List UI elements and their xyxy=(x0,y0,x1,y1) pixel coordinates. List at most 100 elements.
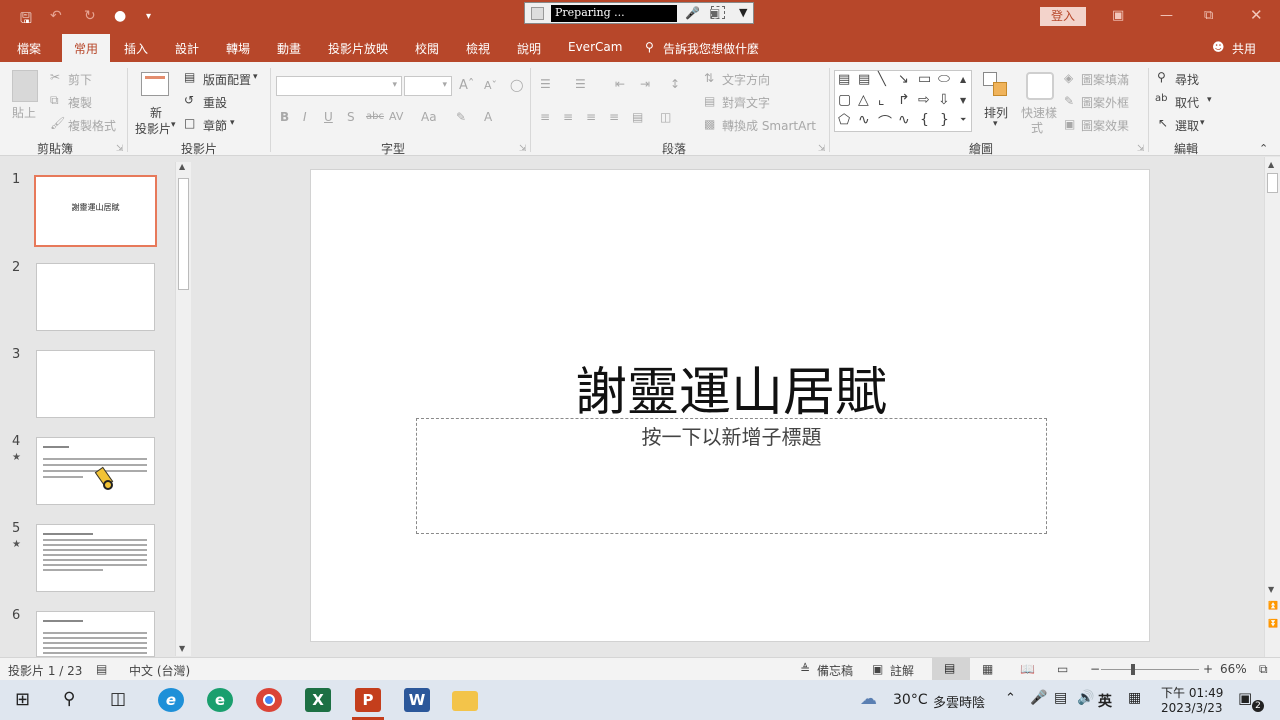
elbow-arrow-icon[interactable]: ↱ xyxy=(898,92,910,108)
shapes-gallery[interactable]: ▤ ▤ ╲ ↘ ▭ ⬭ ▢ △ ⌞ ↱ ⇨ ⇩ ⬠ ∿ ⌒ ∿ { } ▲ ▼ … xyxy=(834,70,972,132)
bold-button[interactable]: B xyxy=(280,110,289,124)
slide-thumbnail-2[interactable] xyxy=(36,263,155,331)
character-spacing-button[interactable]: AV xyxy=(389,110,403,123)
scrollbar-thumb[interactable] xyxy=(1267,173,1278,193)
shape-fill-button[interactable]: 圖案填滿 xyxy=(1081,71,1129,88)
align-right-icon[interactable]: ≡ xyxy=(586,110,596,124)
font-launcher-icon[interactable]: ⇲ xyxy=(519,144,527,154)
increase-font-icon[interactable]: Aˆ xyxy=(459,78,474,93)
justify-icon[interactable]: ≡ xyxy=(609,110,619,124)
tab-review[interactable]: 校閱 xyxy=(415,40,439,57)
paragraph-launcher-icon[interactable]: ⇲ xyxy=(818,144,826,154)
fit-to-window-icon[interactable]: ⧉ xyxy=(1259,662,1268,677)
customize-toolbar-icon[interactable]: ▾ xyxy=(146,11,151,22)
weather-temperature[interactable]: 30°C xyxy=(893,692,928,708)
shape-outline-button[interactable]: 圖案外框 xyxy=(1081,94,1129,111)
align-text-button[interactable]: 對齊文字 xyxy=(722,94,770,111)
slide-thumbnail-3[interactable] xyxy=(36,350,155,418)
region-select-icon[interactable] xyxy=(711,6,725,19)
scrollbar-thumb[interactable] xyxy=(178,178,189,290)
layout-dropdown-icon[interactable]: ▾ xyxy=(253,72,258,82)
shape-effects-button[interactable]: 圖案效果 xyxy=(1081,117,1129,134)
select-dropdown-icon[interactable]: ▾ xyxy=(1200,118,1205,128)
microphone-icon[interactable]: 🎤 xyxy=(685,6,700,20)
gallery-more-icon[interactable]: ⏷ xyxy=(960,115,966,125)
scroll-up-icon[interactable]: ▲ xyxy=(1268,160,1274,169)
line-shape-icon[interactable]: ╲ xyxy=(878,72,886,87)
italic-button[interactable]: I xyxy=(303,110,307,124)
columns-icon[interactable]: ◫ xyxy=(660,110,671,124)
ribbon-display-icon[interactable]: ▣ xyxy=(1112,8,1124,23)
strikethrough-button[interactable]: abc xyxy=(366,111,384,122)
subtitle-placeholder[interactable]: 按一下以新增子標題 xyxy=(416,418,1047,534)
zoom-in-icon[interactable]: + xyxy=(1203,662,1213,676)
powerpoint-icon[interactable]: P xyxy=(355,688,381,712)
new-slide-dropdown-icon[interactable]: ▾ xyxy=(171,120,176,130)
right-arrow-shape-icon[interactable]: ⇨ xyxy=(918,92,930,108)
network-icon[interactable]: ▤ xyxy=(1054,690,1067,706)
format-painter-button[interactable]: 複製格式 xyxy=(68,117,116,134)
chrome-browser-icon[interactable] xyxy=(256,688,282,712)
clock-date[interactable]: 2023/3/23 xyxy=(1161,701,1223,715)
collapse-ribbon-icon[interactable]: ⌃ xyxy=(1259,142,1268,155)
decrease-indent-icon[interactable]: ⇤ xyxy=(615,77,625,91)
volume-icon[interactable]: 🔊 xyxy=(1077,690,1094,706)
right-brace-shape-icon[interactable]: } xyxy=(940,112,949,128)
section-dropdown-icon[interactable]: ▾ xyxy=(230,118,235,128)
tab-view[interactable]: 檢視 xyxy=(466,40,490,57)
underline-button[interactable]: U xyxy=(324,110,333,124)
font-size-dropdown[interactable]: ▾ xyxy=(404,76,452,96)
bullets-icon[interactable]: ☰ xyxy=(540,77,551,91)
tab-design[interactable]: 設計 xyxy=(175,40,199,57)
reading-view-icon[interactable]: 📖 xyxy=(1020,662,1035,676)
tab-slideshow[interactable]: 投影片放映 xyxy=(328,40,388,57)
tab-evercam[interactable]: EverCam xyxy=(568,40,622,54)
close-icon[interactable]: ✕ xyxy=(1250,6,1263,24)
tab-insert[interactable]: 插入 xyxy=(124,40,148,57)
recorder-menu-icon[interactable]: ▼ xyxy=(739,6,747,19)
new-slide-icon[interactable] xyxy=(141,72,169,96)
decrease-font-icon[interactable]: Aˇ xyxy=(484,79,497,92)
file-explorer-icon[interactable] xyxy=(452,691,478,711)
clipboard-icon[interactable] xyxy=(12,70,38,102)
clock-time[interactable]: 下午 01:49 xyxy=(1161,684,1223,701)
numbering-icon[interactable]: ☰ xyxy=(575,77,586,91)
edge-browser-icon[interactable]: e xyxy=(207,688,233,712)
start-slideshow-icon[interactable]: ● xyxy=(114,8,126,24)
drawing-launcher-icon[interactable]: ⇲ xyxy=(1137,144,1145,154)
scroll-up-icon[interactable]: ▲ xyxy=(179,162,185,171)
tab-animations[interactable]: 動畫 xyxy=(277,40,301,57)
copy-button[interactable]: 複製 xyxy=(68,94,92,111)
normal-view-button[interactable]: ▤ xyxy=(932,658,970,680)
arc-shape-icon[interactable]: ⌒ xyxy=(878,112,892,132)
arrange-icon[interactable] xyxy=(983,72,1009,98)
weather-description[interactable]: 多雲時陰 xyxy=(933,692,985,711)
font-name-dropdown[interactable]: ▾ xyxy=(276,76,402,96)
curve-shape-icon[interactable]: ∿ xyxy=(898,112,910,128)
windows-start-icon[interactable]: ⊞ xyxy=(15,689,30,710)
undo-icon[interactable]: ↶ xyxy=(50,8,62,24)
rectangle-shape-icon[interactable]: ▭ xyxy=(918,71,931,87)
cut-button[interactable]: 剪下 xyxy=(68,71,92,88)
freeform-shape-icon[interactable]: ⬠ xyxy=(838,112,850,128)
increase-indent-icon[interactable]: ⇥ xyxy=(640,77,650,91)
excel-icon[interactable]: X xyxy=(305,688,331,712)
scribble-shape-icon[interactable]: ∿ xyxy=(858,112,870,128)
ie-browser-icon[interactable]: e xyxy=(158,688,184,712)
slide-thumbnail-6[interactable] xyxy=(36,611,155,657)
left-brace-shape-icon[interactable]: { xyxy=(920,112,929,128)
slide-sorter-icon[interactable]: ▦ xyxy=(982,662,993,676)
align-left-icon[interactable]: ≡ xyxy=(540,110,550,124)
login-button[interactable]: 登入 xyxy=(1040,7,1086,26)
paste-button[interactable]: 貼上 xyxy=(12,104,36,121)
spell-check-icon[interactable]: ▤ xyxy=(96,662,107,676)
save-icon[interactable]: 🖫 xyxy=(20,8,32,32)
new-slide-label-1[interactable]: 新 xyxy=(150,104,162,121)
distribute-icon[interactable]: ▤ xyxy=(632,110,643,124)
zoom-slider[interactable] xyxy=(1101,664,1199,675)
new-slide-label-2[interactable]: 投影片 xyxy=(135,120,171,137)
scroll-down-icon[interactable]: ▼ xyxy=(179,644,185,653)
elbow-connector-icon[interactable]: ⌞ xyxy=(878,92,885,108)
gallery-up-icon[interactable]: ▲ xyxy=(960,75,966,84)
arrow-line-shape-icon[interactable]: ↘ xyxy=(898,72,909,87)
